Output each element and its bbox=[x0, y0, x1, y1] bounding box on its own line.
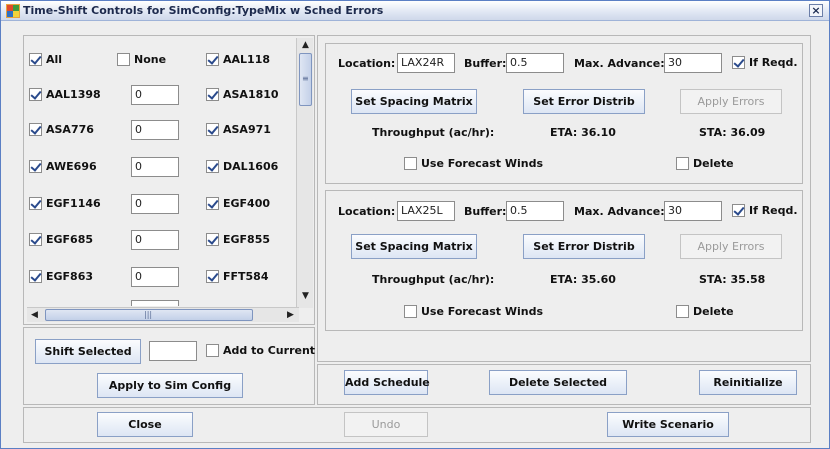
max-advance-field[interactable]: 30 bbox=[664, 201, 722, 221]
set-error-distrib-button[interactable]: Set Error Distrib bbox=[523, 89, 645, 114]
scroll-up-icon[interactable]: ▲ bbox=[298, 38, 313, 53]
flight-checkbox[interactable]: EGF855 bbox=[206, 233, 270, 246]
flight-shift-field[interactable]: 0 bbox=[131, 194, 179, 214]
flight-shift-field[interactable]: 0 bbox=[131, 157, 179, 177]
buffer-field[interactable]: 0.5 bbox=[506, 53, 564, 73]
app-icon bbox=[6, 4, 20, 18]
set-error-distrib-button[interactable]: Set Error Distrib bbox=[523, 234, 645, 259]
scroll-right-icon[interactable]: ▶ bbox=[283, 308, 298, 323]
check-icon bbox=[206, 233, 219, 246]
flight-shift-field[interactable]: 0 bbox=[131, 230, 179, 250]
grip-icon: ||| bbox=[144, 310, 153, 319]
check-icon bbox=[29, 270, 42, 283]
grip-icon: ≡ bbox=[302, 74, 309, 83]
flight-checkbox[interactable]: ASA1810 bbox=[206, 88, 279, 101]
check-icon bbox=[29, 160, 42, 173]
buffer-label: Buffer: bbox=[464, 57, 507, 70]
shift-amount-field[interactable] bbox=[149, 341, 197, 361]
location-field[interactable]: LAX25L bbox=[397, 201, 455, 221]
use-forecast-winds-checkbox[interactable]: Use Forecast Winds bbox=[404, 157, 543, 170]
scroll-left-icon[interactable]: ◀ bbox=[27, 308, 42, 323]
checkbox-icon bbox=[117, 53, 130, 66]
location-label: Location: bbox=[338, 205, 396, 218]
check-icon bbox=[29, 123, 42, 136]
flight-shift-field[interactable]: 0 bbox=[131, 85, 179, 105]
max-advance-label: Max. Advance: bbox=[574, 205, 665, 218]
flight-checkbox[interactable]: ASA776 bbox=[29, 123, 94, 136]
apply-errors-button[interactable]: Apply Errors bbox=[680, 89, 782, 114]
check-icon bbox=[29, 88, 42, 101]
check-icon bbox=[206, 270, 219, 283]
flight-checkbox[interactable]: EGF863 bbox=[29, 270, 93, 283]
delete-checkbox[interactable]: Delete bbox=[676, 157, 734, 170]
undo-button[interactable]: Undo bbox=[344, 412, 428, 437]
close-button[interactable]: Close bbox=[97, 412, 193, 437]
reinitialize-button[interactable]: Reinitialize bbox=[699, 370, 797, 395]
check-icon bbox=[206, 123, 219, 136]
buffer-field[interactable]: 0.5 bbox=[506, 201, 564, 221]
checkbox-icon bbox=[206, 344, 219, 357]
location-field[interactable]: LAX24R bbox=[397, 53, 455, 73]
select-all-checkbox[interactable]: All bbox=[29, 53, 62, 66]
flight-checkbox[interactable]: DAL1606 bbox=[206, 160, 278, 173]
flight-checkbox[interactable]: AAL1398 bbox=[29, 88, 101, 101]
apply-to-sim-config-button[interactable]: Apply to Sim Config bbox=[97, 373, 243, 398]
flight-checkbox[interactable]: ASA971 bbox=[206, 123, 271, 136]
set-spacing-matrix-button[interactable]: Set Spacing Matrix bbox=[351, 89, 477, 114]
set-spacing-matrix-button[interactable]: Set Spacing Matrix bbox=[351, 234, 477, 259]
flight-checkbox[interactable]: FFT584 bbox=[206, 270, 269, 283]
sta-value: STA: 36.09 bbox=[699, 126, 766, 139]
write-scenario-button[interactable]: Write Scenario bbox=[607, 412, 729, 437]
use-forecast-winds-checkbox[interactable]: Use Forecast Winds bbox=[404, 305, 543, 318]
select-none-checkbox[interactable]: None bbox=[117, 53, 166, 66]
throughput-label: Throughput (ac/hr): bbox=[372, 273, 495, 286]
flight-shift-field[interactable]: 0 bbox=[131, 120, 179, 140]
add-to-current-checkbox[interactable]: Add to Current bbox=[206, 344, 315, 357]
check-icon bbox=[206, 197, 219, 210]
checkbox-icon bbox=[676, 157, 689, 170]
time-shift-window: Time-Shift Controls for SimConfig:TypeMi… bbox=[0, 0, 830, 449]
close-window-icon[interactable]: × bbox=[809, 4, 823, 17]
check-icon bbox=[732, 56, 745, 69]
checkbox-icon bbox=[676, 305, 689, 318]
checkbox-icon bbox=[404, 305, 417, 318]
flight-checkbox[interactable]: EGF1146 bbox=[29, 197, 101, 210]
scroll-thumb[interactable]: ||| bbox=[45, 309, 253, 321]
title-bar[interactable]: Time-Shift Controls for SimConfig:TypeMi… bbox=[1, 1, 829, 21]
horizontal-scrollbar[interactable]: ◀ ||| ▶ bbox=[27, 307, 299, 322]
eta-value: ETA: 35.60 bbox=[550, 273, 616, 286]
vertical-scrollbar[interactable]: ▲ ≡ ▼ bbox=[296, 38, 313, 308]
flight-checkbox[interactable]: AAL118 bbox=[206, 53, 270, 66]
eta-value: ETA: 36.10 bbox=[550, 126, 616, 139]
flight-checkbox[interactable]: EGF685 bbox=[29, 233, 93, 246]
check-icon bbox=[29, 53, 42, 66]
checkbox-icon bbox=[404, 157, 417, 170]
sta-value: STA: 35.58 bbox=[699, 273, 766, 286]
location-label: Location: bbox=[338, 57, 396, 70]
flight-shift-field[interactable]: 0 bbox=[131, 267, 179, 287]
check-icon bbox=[29, 197, 42, 210]
buffer-label: Buffer: bbox=[464, 205, 507, 218]
throughput-label: Throughput (ac/hr): bbox=[372, 126, 495, 139]
max-advance-label: Max. Advance: bbox=[574, 57, 665, 70]
scroll-thumb[interactable]: ≡ bbox=[299, 53, 312, 106]
scroll-down-icon[interactable]: ▼ bbox=[298, 289, 313, 304]
delete-checkbox[interactable]: Delete bbox=[676, 305, 734, 318]
shift-selected-button[interactable]: Shift Selected bbox=[35, 339, 141, 364]
window-title: Time-Shift Controls for SimConfig:TypeMi… bbox=[23, 4, 384, 17]
if-reqd-checkbox[interactable]: If Reqd. bbox=[732, 204, 798, 217]
apply-errors-button[interactable]: Apply Errors bbox=[680, 234, 782, 259]
delete-selected-button[interactable]: Delete Selected bbox=[489, 370, 627, 395]
check-icon bbox=[732, 204, 745, 217]
check-icon bbox=[29, 233, 42, 246]
flight-shift-field[interactable] bbox=[131, 300, 179, 306]
check-icon bbox=[206, 53, 219, 66]
flight-checkbox[interactable]: AWE696 bbox=[29, 160, 97, 173]
add-schedule-button[interactable]: Add Schedule bbox=[344, 370, 430, 395]
check-icon bbox=[206, 160, 219, 173]
flight-checkbox[interactable]: EGF400 bbox=[206, 197, 270, 210]
max-advance-field[interactable]: 30 bbox=[664, 53, 722, 73]
check-icon bbox=[206, 88, 219, 101]
if-reqd-checkbox[interactable]: If Reqd. bbox=[732, 56, 798, 69]
